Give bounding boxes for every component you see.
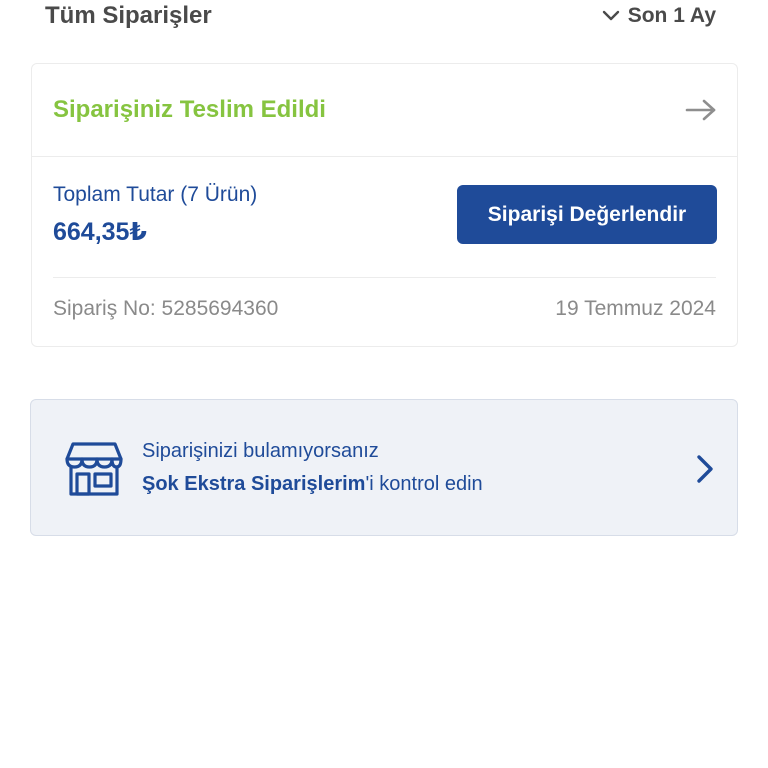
info-line-1: Siparişinizi bulamıyorsanız bbox=[142, 440, 379, 462]
sok-ekstra-orders-link[interactable]: Siparişinizi bulamıyorsanız Şok Ekstra S… bbox=[30, 399, 738, 536]
chevron-down-icon bbox=[602, 10, 619, 21]
sok-ekstra-link-text: Şok Ekstra Siparişlerim bbox=[142, 473, 366, 495]
chevron-right-icon bbox=[697, 455, 713, 483]
period-filter-label: Son 1 Ay bbox=[627, 4, 716, 27]
orders-screen: Tüm Siparişler Son 1 Ay Siparişiniz Tesl… bbox=[0, 0, 768, 768]
order-card[interactable]: Siparişiniz Teslim Edildi Toplam Tutar (… bbox=[31, 63, 738, 347]
order-card-body: Toplam Tutar (7 Ürün) 664,35₺ Siparişi D… bbox=[32, 157, 737, 347]
info-line-2-suffix: 'i kontrol edin bbox=[365, 473, 483, 495]
rate-order-button[interactable]: Siparişi Değerlendir bbox=[457, 185, 717, 244]
orders-header: Tüm Siparişler Son 1 Ay bbox=[45, 0, 716, 32]
order-date: 19 Temmuz 2024 bbox=[555, 297, 716, 320]
order-status: Siparişiniz Teslim Edildi bbox=[53, 96, 326, 123]
period-filter-dropdown[interactable]: Son 1 Ay bbox=[602, 4, 716, 28]
divider bbox=[53, 277, 716, 278]
page-title: Tüm Siparişler bbox=[45, 2, 212, 29]
order-card-header[interactable]: Siparişiniz Teslim Edildi bbox=[32, 64, 737, 157]
order-total-value: 664,35₺ bbox=[53, 218, 147, 246]
arrow-right-icon[interactable] bbox=[685, 99, 717, 121]
store-icon bbox=[65, 442, 123, 496]
info-line-2: Şok Ekstra Siparişlerim'i kontrol edin bbox=[142, 473, 483, 496]
order-total-label: Toplam Tutar (7 Ürün) bbox=[53, 183, 258, 206]
order-number: Sipariş No: 5285694360 bbox=[53, 297, 279, 320]
